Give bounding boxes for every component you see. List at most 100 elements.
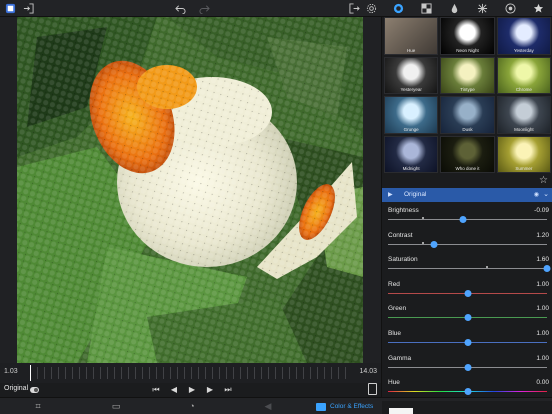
slider-knob[interactable] bbox=[464, 338, 471, 346]
slider-value: 1.20 bbox=[536, 231, 549, 239]
texture-icon[interactable] bbox=[420, 2, 433, 15]
slider-green[interactable]: Green 1.00 bbox=[382, 303, 552, 328]
visibility-eye-icon[interactable]: ◉ bbox=[534, 191, 539, 198]
preset-name: Midnight bbox=[402, 166, 420, 171]
effects-icon[interactable] bbox=[392, 2, 405, 15]
slider-label: Brightness bbox=[388, 207, 419, 214]
slider-hue[interactable]: Hue 0.00 bbox=[382, 377, 552, 402]
preset-name: Chrome bbox=[515, 87, 532, 92]
audio-tab-icon: ◀ bbox=[264, 401, 272, 411]
settings-icon[interactable] bbox=[365, 2, 378, 15]
undo-icon[interactable] bbox=[174, 2, 187, 15]
slider-value: 1.00 bbox=[536, 305, 549, 313]
timeline-scrubber[interactable] bbox=[30, 367, 351, 379]
export-movie-icon[interactable] bbox=[368, 383, 377, 395]
photo-canvas[interactable] bbox=[17, 17, 363, 363]
slider-track[interactable] bbox=[388, 243, 547, 245]
preset-tile[interactable]: Grunge bbox=[384, 96, 439, 134]
preset-name: Who done it bbox=[455, 166, 480, 171]
preset-grid: Hue Neon Night Yesterday Yesteryear Tint… bbox=[384, 17, 551, 173]
redo-icon[interactable] bbox=[198, 2, 211, 15]
effects-panel: Hue Neon Night Yesterday Yesteryear Tint… bbox=[381, 17, 552, 414]
slider-knob[interactable] bbox=[464, 388, 471, 396]
preset-tile[interactable]: Tintype bbox=[440, 56, 495, 94]
slider-value: 1.00 bbox=[536, 280, 549, 288]
step-back-icon[interactable]: ◀ bbox=[169, 385, 179, 395]
slider-brightness[interactable]: Brightness -0.09 bbox=[382, 205, 552, 230]
slider-knob[interactable] bbox=[543, 265, 551, 273]
slider-contrast[interactable]: Contrast 1.20 bbox=[382, 230, 552, 255]
preset-name: Dusk bbox=[462, 126, 473, 132]
chevron-down-icon[interactable]: ⌄ bbox=[543, 190, 549, 198]
slider-saturation[interactable]: Saturation 1.60 bbox=[382, 254, 552, 279]
preset-name: Summer bbox=[515, 166, 533, 171]
sparkle-icon[interactable] bbox=[476, 2, 489, 15]
export-icon[interactable] bbox=[348, 2, 361, 15]
skip-start-icon[interactable]: ⏮ bbox=[151, 385, 161, 395]
preset-tile[interactable]: Hue bbox=[384, 17, 439, 55]
slider-value: 1.00 bbox=[536, 329, 549, 337]
import-icon[interactable] bbox=[22, 2, 35, 15]
preset-tile[interactable]: Moonlight bbox=[496, 96, 551, 134]
preset-tile[interactable]: Who done it bbox=[440, 135, 495, 173]
slider-blue[interactable]: Blue 1.00 bbox=[382, 328, 552, 353]
play-icon[interactable]: ▶ bbox=[187, 385, 197, 395]
mosaic-photo bbox=[17, 17, 363, 363]
slider-value: 1.60 bbox=[536, 256, 549, 264]
image-viewer[interactable] bbox=[0, 17, 381, 363]
step-forward-icon[interactable]: ▶ bbox=[205, 385, 215, 395]
color-effects-tab-label: Color & Effects bbox=[330, 403, 374, 410]
preset-tile[interactable]: Yesteryear bbox=[384, 56, 439, 94]
aperture-icon[interactable] bbox=[504, 2, 517, 15]
slider-value: 1.00 bbox=[536, 354, 549, 362]
slider-knob[interactable] bbox=[464, 363, 471, 371]
slider-red[interactable]: Red 1.00 bbox=[382, 279, 552, 304]
layer-play-icon[interactable]: ▶ bbox=[388, 191, 393, 198]
layer-row-original[interactable]: ▶ Original ◉ ⌄ bbox=[382, 188, 552, 202]
crop-tab-icon[interactable]: ⌗ bbox=[32, 401, 44, 412]
color-swatch[interactable] bbox=[389, 408, 413, 414]
preset-tile[interactable]: Neon Night bbox=[440, 17, 495, 55]
adjustment-sliders: Brightness -0.09 Contrast 1.20 Saturatio… bbox=[382, 205, 552, 402]
slider-label: Red bbox=[388, 280, 400, 288]
slider-value: -0.09 bbox=[534, 207, 549, 214]
layer-name: Original bbox=[404, 191, 427, 198]
preset-name: Neon Night bbox=[456, 47, 479, 53]
slider-track[interactable] bbox=[388, 219, 547, 220]
drop-icon[interactable] bbox=[448, 2, 461, 15]
favorites-icon[interactable] bbox=[532, 2, 545, 15]
color-effects-icon bbox=[316, 402, 326, 411]
slider-label: Hue bbox=[388, 379, 400, 387]
slider-knob[interactable] bbox=[459, 216, 467, 223]
skip-end-icon[interactable]: ⏭ bbox=[223, 385, 233, 395]
panel-footer bbox=[382, 401, 552, 414]
slider-track[interactable] bbox=[388, 268, 547, 270]
preset-tile[interactable]: Chrome bbox=[496, 56, 551, 94]
preset-tile[interactable]: Yesterday bbox=[496, 17, 551, 55]
app-icon[interactable] bbox=[4, 2, 17, 15]
top-toolbar bbox=[0, 0, 552, 17]
preset-name: Tintype bbox=[460, 87, 475, 92]
monitor-tab-icon[interactable]: ▭ bbox=[110, 401, 122, 412]
timeline-playhead[interactable] bbox=[30, 365, 31, 381]
original-toggle[interactable] bbox=[30, 387, 39, 393]
add-favorite-star-icon[interactable]: ☆ bbox=[539, 175, 548, 186]
color-effects-tab[interactable]: Color & Effects bbox=[306, 398, 382, 414]
timeline-start-time: 1.03 bbox=[4, 368, 18, 375]
slider-knob[interactable] bbox=[430, 240, 438, 248]
speed-tab-icon[interactable]: ◔ bbox=[186, 401, 198, 412]
slider-label: Green bbox=[388, 305, 407, 313]
slider-gamma[interactable]: Gamma 1.00 bbox=[382, 353, 552, 378]
slider-knob[interactable] bbox=[464, 289, 471, 297]
timeline-end-time: 14.03 bbox=[359, 368, 377, 375]
slider-mark bbox=[422, 241, 424, 244]
timeline[interactable]: 1.03 14.03 bbox=[0, 363, 381, 383]
playback-bar: Original ⏮ ◀ ▶ ▶ ⏭ bbox=[0, 383, 381, 397]
preset-tile[interactable]: Summer bbox=[496, 135, 551, 173]
preset-name: Yesteryear bbox=[400, 87, 422, 92]
preset-name: Yesterday bbox=[513, 47, 534, 53]
preset-tile[interactable]: Midnight bbox=[384, 135, 439, 173]
slider-knob[interactable] bbox=[464, 314, 471, 322]
preset-name: Moonlight bbox=[514, 126, 534, 132]
preset-tile[interactable]: Dusk bbox=[440, 96, 495, 134]
